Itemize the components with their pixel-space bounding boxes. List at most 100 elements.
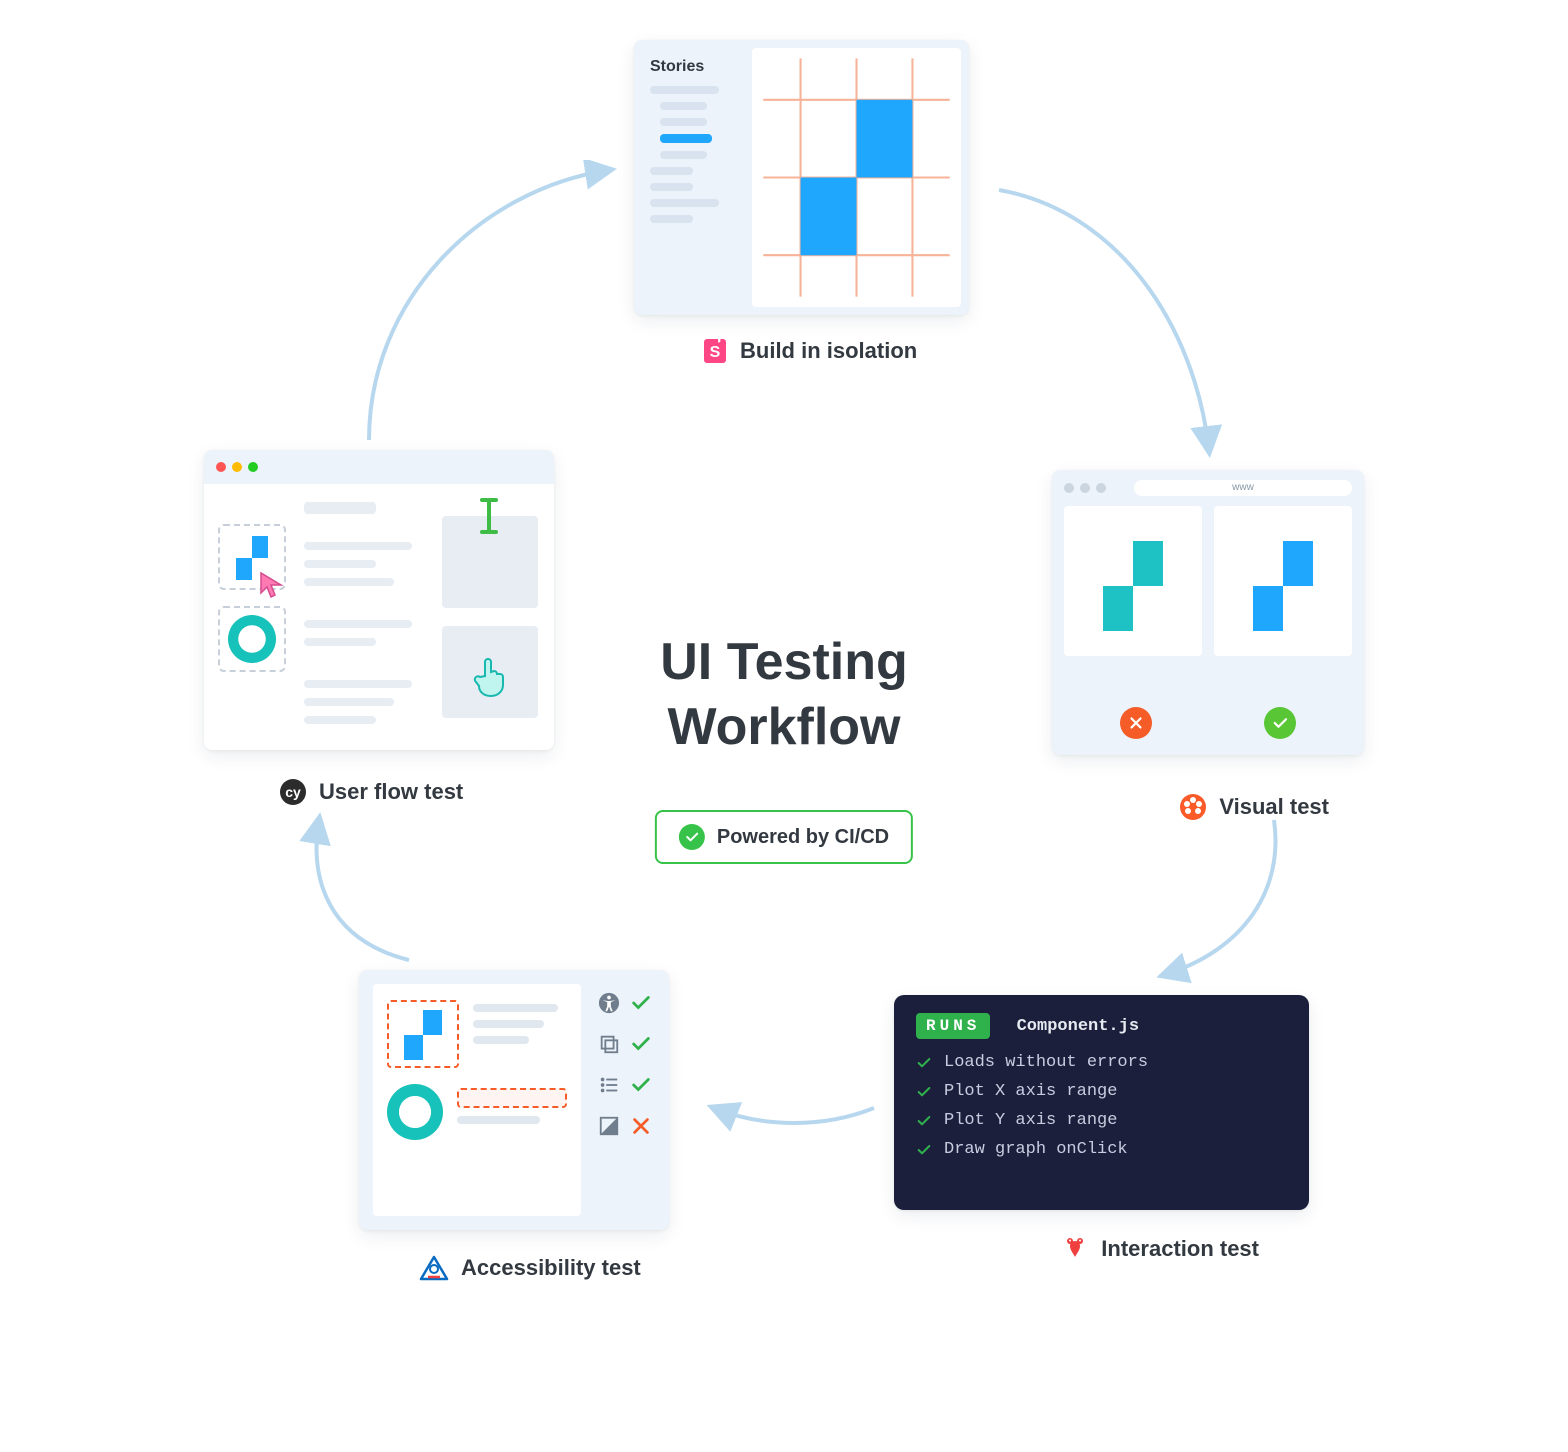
- interaction-check-item: Plot Y axis range: [916, 1111, 1287, 1130]
- target-box: [442, 516, 538, 608]
- visual-label-text: Visual test: [1219, 794, 1329, 820]
- placeholder-line: [473, 1004, 558, 1012]
- isolation-label-text: Build in isolation: [740, 338, 917, 364]
- placeholder-line: [650, 183, 693, 191]
- arrow-uflow-to-isolation: [359, 160, 619, 450]
- interaction-check-list: Loads without errors Plot X axis range P…: [916, 1053, 1287, 1159]
- a11y-label-text: Accessibility test: [461, 1255, 641, 1281]
- testing-library-icon: [1061, 1235, 1089, 1263]
- window-controls-icon: [1064, 483, 1106, 493]
- placeholder-line: [660, 151, 707, 159]
- placeholder-line: [473, 1036, 529, 1044]
- a11y-highlight-pill: [457, 1088, 567, 1108]
- check-icon: [630, 992, 652, 1019]
- component-shape-icon: [801, 100, 913, 255]
- check-circle-icon: [679, 824, 705, 850]
- window-controls-icon: [216, 462, 258, 472]
- uflow-card: [204, 450, 554, 750]
- placeholder-line: [650, 215, 693, 223]
- browser-chrome: www: [1064, 480, 1352, 496]
- check-icon: [630, 1033, 652, 1060]
- component-thumb: [218, 524, 286, 590]
- interaction-label-text: Interaction test: [1101, 1236, 1259, 1262]
- text-cursor-icon: [476, 496, 502, 541]
- visual-status-row: [1064, 707, 1352, 739]
- workflow-diagram: UI Testing Workflow Powered by CI/CD Sto…: [204, 40, 1364, 1340]
- placeholder-line: [457, 1116, 540, 1124]
- interaction-check-item: Loads without errors: [916, 1053, 1287, 1072]
- arrow-interaction-to-a11y: [704, 1080, 884, 1140]
- isolation-step-label: S Build in isolation: [702, 338, 917, 364]
- svg-text:S: S: [710, 344, 721, 361]
- placeholder-line: [660, 118, 707, 126]
- storybook-icon: S: [702, 338, 728, 364]
- interaction-filename: Component.js: [1017, 1017, 1139, 1036]
- placeholder-line: [650, 167, 693, 175]
- placeholder-line: [304, 680, 412, 688]
- placeholder-line: [304, 560, 376, 568]
- a11y-result-row: [598, 1115, 652, 1142]
- pass-status-icon: [1264, 707, 1296, 739]
- interaction-check-item: Draw graph onClick: [916, 1140, 1287, 1159]
- donut-chart-icon: [387, 1084, 443, 1140]
- placeholder-line: [650, 199, 719, 207]
- a11y-highlight-box: [387, 1000, 459, 1068]
- placeholder-line: [304, 620, 412, 628]
- placeholder-line: [650, 86, 719, 94]
- placeholder-line: [304, 716, 376, 724]
- active-story-line: [660, 134, 712, 143]
- placeholder-line: [304, 502, 376, 514]
- title-line-2: Workflow: [574, 695, 994, 760]
- axe-icon: [419, 1255, 449, 1281]
- chromatic-icon: [1179, 793, 1207, 821]
- ci-cd-label: Powered by CI/CD: [717, 826, 889, 849]
- title-line-1: UI Testing: [574, 630, 994, 695]
- arrow-visual-to-interaction: [1144, 810, 1304, 990]
- fail-status-icon: [1120, 707, 1152, 739]
- a11y-result-row: [598, 1074, 652, 1101]
- component-thumb: [218, 606, 286, 672]
- check-icon: [630, 1074, 652, 1101]
- interaction-check-item: Plot X axis range: [916, 1082, 1287, 1101]
- diagram-title: UI Testing Workflow: [574, 630, 994, 760]
- cross-icon: [630, 1115, 652, 1142]
- arrow-isolation-to-visual: [994, 180, 1234, 480]
- check-text: Plot Y axis range: [944, 1111, 1117, 1130]
- a11y-card: [359, 970, 669, 1230]
- pointer-hand-icon: [472, 656, 508, 703]
- runs-badge: RUNS: [916, 1013, 990, 1039]
- address-bar: www: [1134, 480, 1352, 496]
- layers-icon: [598, 1033, 620, 1060]
- placeholder-line: [304, 542, 412, 550]
- placeholder-line: [304, 698, 394, 706]
- isolation-sidebar: Stories: [642, 48, 744, 307]
- visual-test-card: www: [1052, 470, 1364, 755]
- check-text: Loads without errors: [944, 1053, 1148, 1072]
- donut-chart-icon: [228, 615, 276, 663]
- isolation-canvas: [752, 48, 961, 307]
- interaction-card: RUNS Component.js Loads without errors P…: [894, 995, 1309, 1210]
- uflow-label-text: User flow test: [319, 779, 463, 805]
- a11y-result-row: [598, 992, 652, 1019]
- uflow-step-label: cy User flow test: [279, 778, 463, 806]
- interaction-step-label: Interaction test: [1061, 1235, 1259, 1263]
- ci-cd-badge: Powered by CI/CD: [655, 810, 913, 864]
- check-text: Draw graph onClick: [944, 1140, 1128, 1159]
- svg-text:cy: cy: [285, 784, 301, 800]
- placeholder-line: [304, 578, 394, 586]
- a11y-results: [595, 984, 655, 1216]
- placeholder-line: [304, 638, 376, 646]
- cypress-icon: cy: [279, 778, 307, 806]
- visual-candidate: [1214, 506, 1352, 656]
- check-text: Plot X axis range: [944, 1082, 1117, 1101]
- a11y-step-label: Accessibility test: [419, 1255, 641, 1281]
- placeholder-line: [660, 102, 707, 110]
- arrow-cursor-icon: [258, 570, 288, 605]
- target-box: [442, 626, 538, 718]
- visual-step-label: Visual test: [1179, 793, 1329, 821]
- a11y-preview: [373, 984, 581, 1216]
- placeholder-line: [473, 1020, 544, 1028]
- isolation-card: Stories: [634, 40, 969, 315]
- visual-baseline: [1064, 506, 1202, 656]
- accessibility-icon: [598, 992, 620, 1019]
